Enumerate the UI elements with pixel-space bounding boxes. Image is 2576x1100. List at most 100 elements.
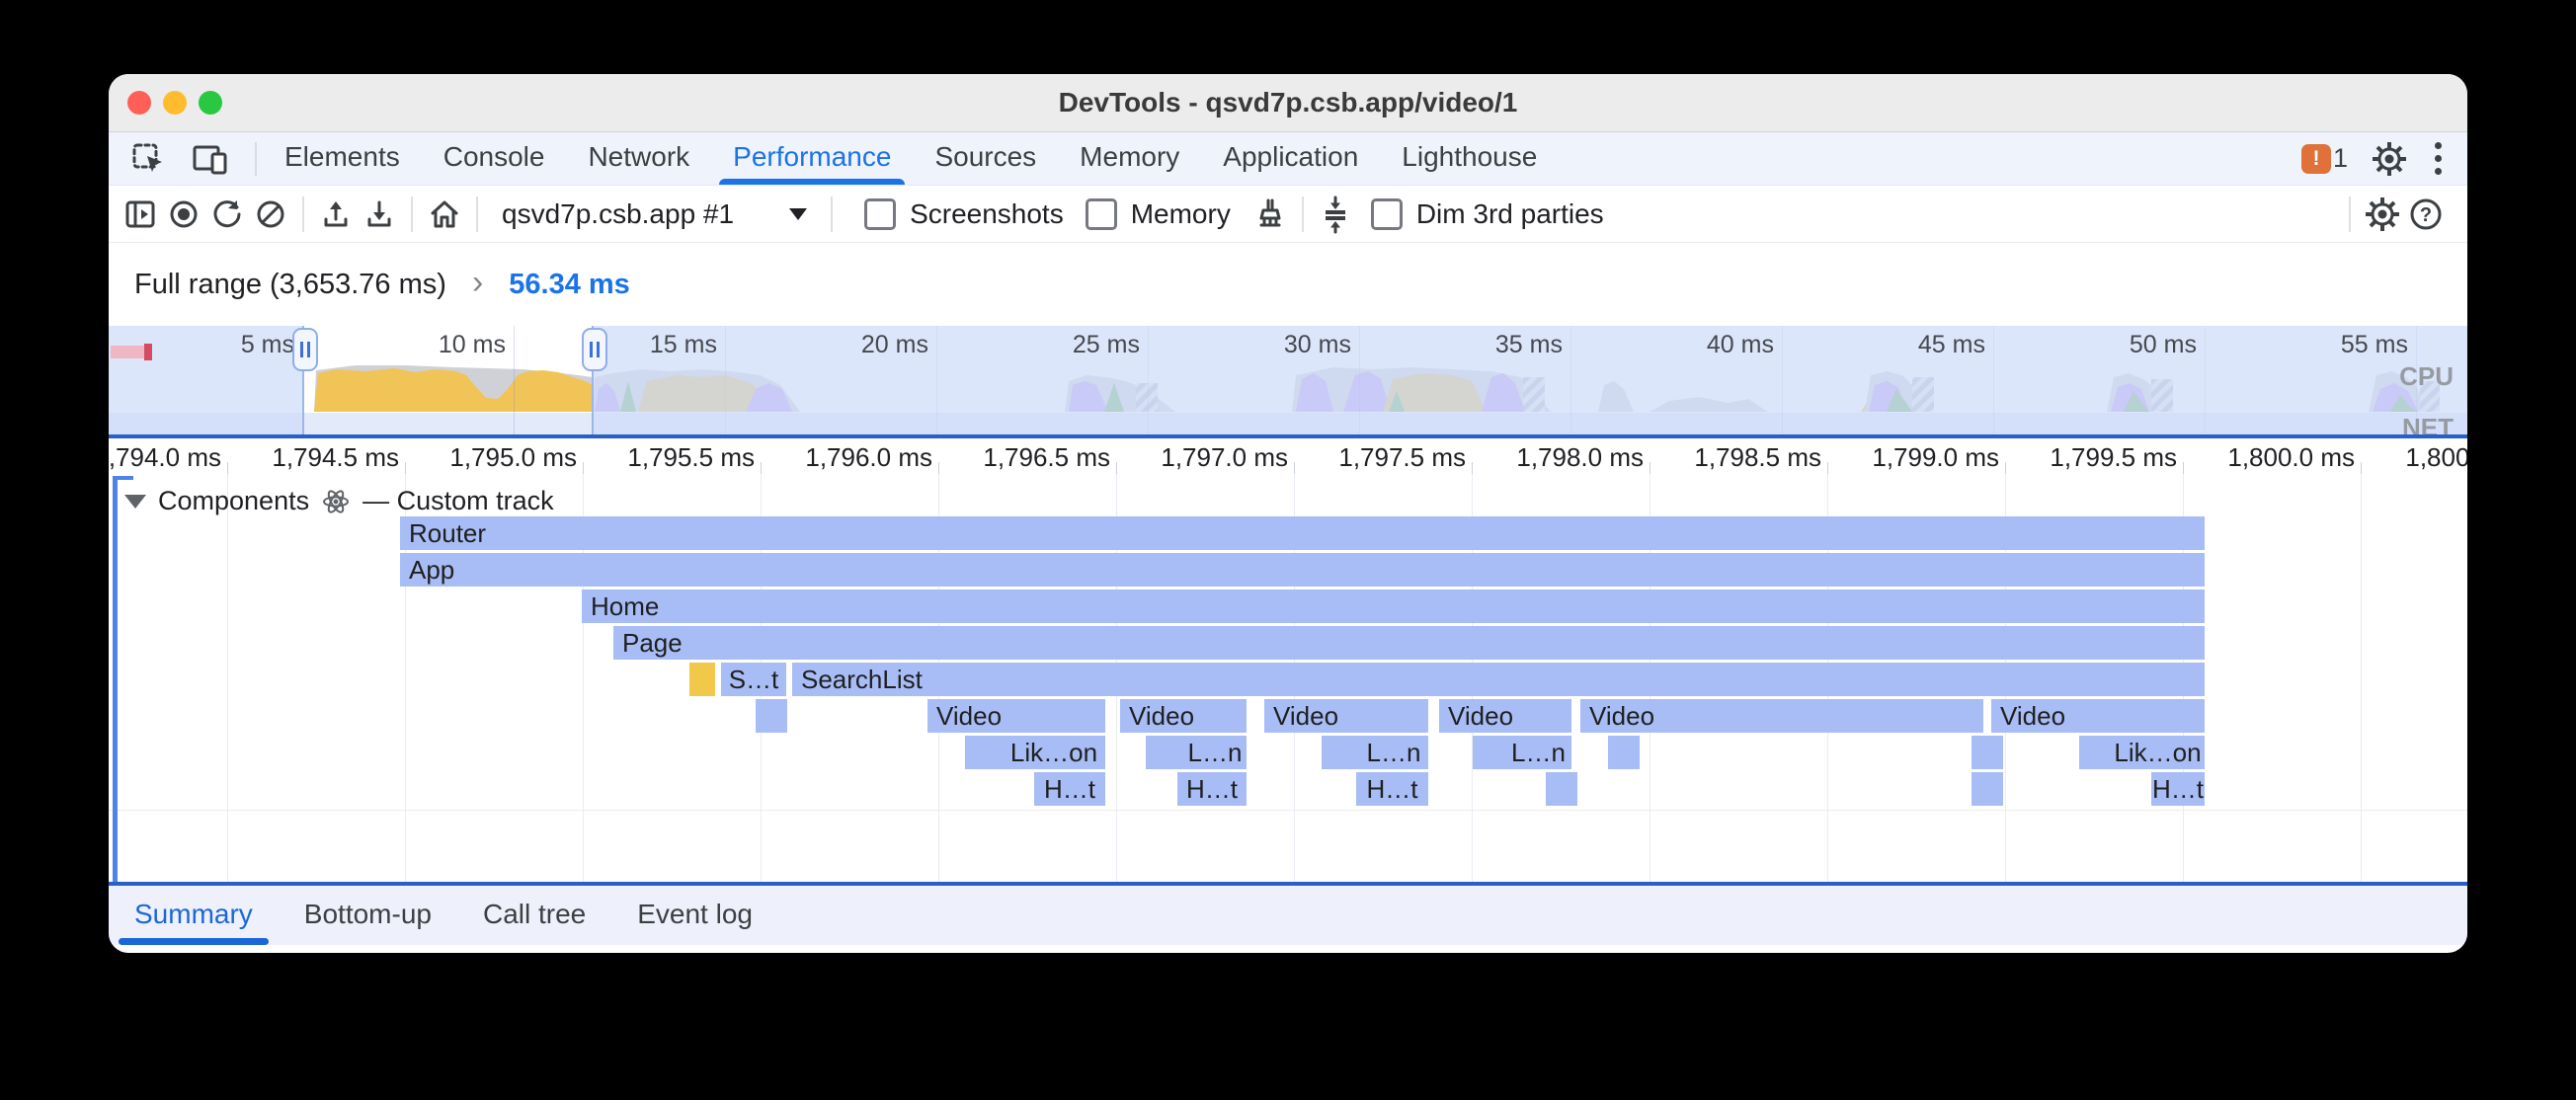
- flame-bar-home[interactable]: Home: [582, 589, 2205, 623]
- flame-bar-likon[interactable]: Lik…on: [2111, 736, 2205, 769]
- flame-bar-ht[interactable]: H…t: [1177, 772, 1247, 806]
- checkbox-icon: [1371, 198, 1403, 230]
- bottom-tab-summary[interactable]: Summary: [109, 886, 279, 945]
- bottom-tab-call-tree[interactable]: Call tree: [457, 886, 611, 945]
- flame-bar[interactable]: [1146, 736, 1183, 769]
- device-toolbar-icon[interactable]: [188, 137, 231, 181]
- collapse-triangle-icon[interactable]: [124, 495, 146, 509]
- toggle-sidebar-icon[interactable]: [119, 193, 162, 236]
- flame-bar[interactable]: [1608, 736, 1640, 769]
- ruler-tick-label: 1,799.5 ms: [2019, 442, 2177, 473]
- home-icon[interactable]: [423, 193, 466, 236]
- tab-performance[interactable]: Performance: [711, 132, 913, 185]
- track-header[interactable]: Components — Custom track: [124, 486, 554, 516]
- help-icon[interactable]: ?: [2404, 193, 2448, 236]
- timeline-overview[interactable]: 5 ms10 ms15 ms20 ms25 ms30 ms35 ms40 ms4…: [109, 326, 2467, 434]
- tab-application[interactable]: Application: [1201, 132, 1380, 185]
- react-atom-icon: [321, 487, 351, 516]
- flame-bar[interactable]: [2079, 736, 2111, 769]
- svg-text:?: ?: [2420, 204, 2432, 226]
- panel-settings-gear-icon[interactable]: [2361, 193, 2404, 236]
- toolbar-divider: [476, 196, 478, 232]
- flame-bar-video[interactable]: Video: [1264, 699, 1428, 733]
- record-button[interactable]: [162, 193, 205, 236]
- flame-bar[interactable]: [1473, 736, 1505, 769]
- devtools-window: DevTools - qsvd7p.csb.app/video/1: [109, 74, 2467, 953]
- flame-bar-video[interactable]: Video: [1120, 699, 1247, 733]
- clear-icon[interactable]: [249, 193, 292, 236]
- flame-bar-app[interactable]: App: [400, 553, 2205, 587]
- issues-counter[interactable]: ! 1: [2301, 143, 2348, 174]
- flame-bar[interactable]: [1546, 772, 1577, 806]
- full-range-breadcrumb[interactable]: Full range (3,653.76 ms): [134, 269, 446, 301]
- overview-tick-label: 30 ms: [1183, 331, 1351, 359]
- devtools-tabbar: ElementsConsoleNetworkPerformanceSources…: [109, 132, 2467, 186]
- flame-bar[interactable]: [1972, 736, 2003, 769]
- memory-checkbox[interactable]: Memory: [1086, 198, 1231, 230]
- flame-bar[interactable]: [965, 736, 1003, 769]
- flame-bar[interactable]: [1972, 772, 2003, 806]
- flame-bar-ln[interactable]: L…n: [1183, 736, 1247, 769]
- dim-3rd-parties-label: Dim 3rd parties: [1416, 198, 1604, 230]
- reload-record-icon[interactable]: [205, 193, 249, 236]
- toolbar-divider: [302, 196, 304, 232]
- ruler-tick: [2361, 462, 2362, 474]
- flame-bar[interactable]: [756, 699, 787, 733]
- selection-left-handle[interactable]: [292, 328, 318, 371]
- checkbox-icon: [864, 198, 896, 230]
- screenshots-checkbox[interactable]: Screenshots: [864, 198, 1064, 230]
- selected-range-breadcrumb[interactable]: 56.34 ms: [509, 269, 630, 301]
- chevron-down-icon: [789, 208, 807, 220]
- settings-gear-icon[interactable]: [2368, 137, 2411, 181]
- bottom-tab-bottom-up[interactable]: Bottom-up: [279, 886, 457, 945]
- collapse-tracks-icon[interactable]: [1314, 193, 1357, 236]
- collect-garbage-brush-icon[interactable]: [1248, 193, 1292, 236]
- flame-bar[interactable]: [689, 663, 715, 696]
- tab-console[interactable]: Console: [422, 132, 567, 185]
- tab-network[interactable]: Network: [566, 132, 711, 185]
- flame-chart[interactable]: Components — Custom track RouterAppHomeP…: [109, 474, 2467, 882]
- flame-bar-ln[interactable]: L…n: [1359, 736, 1428, 769]
- tab-elements[interactable]: Elements: [263, 132, 422, 185]
- tab-lighthouse[interactable]: Lighthouse: [1380, 132, 1559, 185]
- download-profile-icon[interactable]: [358, 193, 401, 236]
- flame-bar-likon[interactable]: Lik…on: [1003, 736, 1105, 769]
- flame-bar-ht[interactable]: H…t: [1356, 772, 1428, 806]
- ruler-tick: [1827, 462, 1828, 474]
- dim-3rd-parties-checkbox[interactable]: Dim 3rd parties: [1371, 198, 1604, 230]
- flame-bar-video[interactable]: Video: [1991, 699, 2205, 733]
- flame-bar-st[interactable]: S…t: [721, 663, 786, 696]
- flame-bar-video[interactable]: Video: [927, 699, 1105, 733]
- flame-bar-ln[interactable]: L…n: [1505, 736, 1571, 769]
- detail-time-ruler: 1,794.0 ms1,794.5 ms1,795.0 ms1,795.5 ms…: [109, 438, 2467, 474]
- cpu-lane-label: CPU: [2399, 361, 2454, 392]
- toolbar-divider: [2349, 196, 2351, 232]
- flame-bar-video[interactable]: Video: [1580, 699, 1983, 733]
- toolbar-divider: [411, 196, 413, 232]
- flame-bar-router[interactable]: Router: [400, 516, 2205, 550]
- ruler-tick-label: 1,800.0 ms: [2197, 442, 2355, 473]
- ruler-tick-label: 1,795.0 ms: [419, 442, 577, 473]
- inspect-element-icon[interactable]: [126, 137, 170, 181]
- flame-bar-video[interactable]: Video: [1439, 699, 1571, 733]
- ruler-tick: [1472, 462, 1473, 474]
- flame-bar-searchlist[interactable]: SearchList: [792, 663, 2205, 696]
- flame-bar-page[interactable]: Page: [613, 626, 2205, 660]
- ruler-tick: [1294, 462, 1295, 474]
- bottom-tab-event-log[interactable]: Event log: [611, 886, 778, 945]
- issue-count: 1: [2333, 143, 2348, 174]
- tab-sources[interactable]: Sources: [913, 132, 1058, 185]
- ruler-tick-label: 1,800.5 ms: [2375, 442, 2467, 473]
- ruler-tick: [938, 462, 939, 474]
- flame-bar-ht[interactable]: H…t: [2151, 772, 2205, 806]
- flame-bar-ht[interactable]: H…t: [1034, 772, 1105, 806]
- titlebar: DevTools - qsvd7p.csb.app/video/1: [109, 74, 2467, 132]
- ruler-tick: [227, 462, 228, 474]
- selection-right-handle[interactable]: [582, 328, 607, 371]
- target-selector-dropdown[interactable]: qsvd7p.csb.app #1: [488, 198, 821, 230]
- tab-memory[interactable]: Memory: [1058, 132, 1201, 185]
- ruler-tick: [405, 462, 406, 474]
- flame-bar[interactable]: [1322, 736, 1359, 769]
- more-options-kebab-icon[interactable]: [2431, 138, 2446, 179]
- upload-profile-icon[interactable]: [314, 193, 358, 236]
